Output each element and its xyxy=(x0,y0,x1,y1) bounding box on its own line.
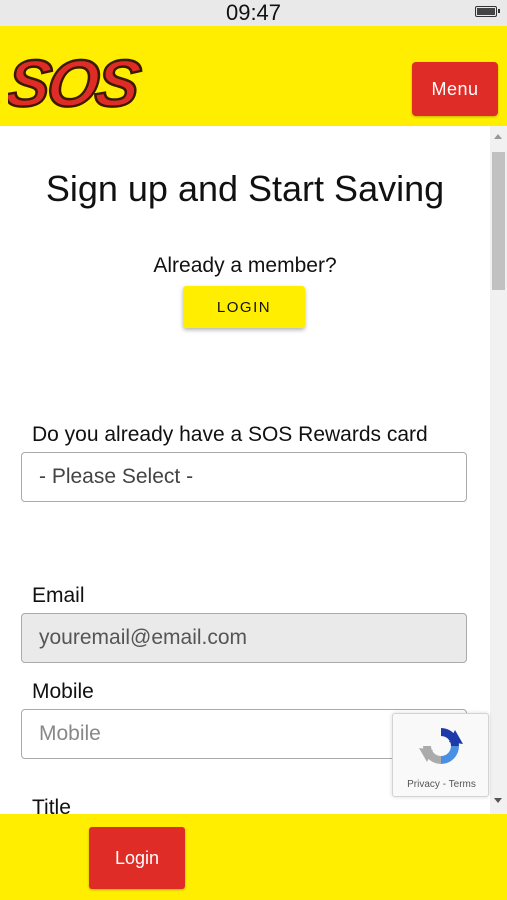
rewards-card-label: Do you already have a SOS Rewards card xyxy=(32,423,428,446)
login-button[interactable]: LOGIN xyxy=(183,286,305,328)
recaptcha-badge[interactable]: Privacy - Terms xyxy=(392,713,489,797)
page-scrollbar[interactable] xyxy=(490,126,507,814)
mobile-label: Mobile xyxy=(32,680,94,703)
sos-logo-text: SOS xyxy=(8,47,145,116)
already-member-text: Already a member? xyxy=(153,254,337,277)
recaptcha-icon xyxy=(419,728,463,764)
rewards-card-select[interactable]: - Please Select - xyxy=(21,452,467,502)
menu-button[interactable]: Menu xyxy=(412,62,498,116)
sos-logo[interactable]: SOS xyxy=(8,46,183,116)
site-header: SOS Menu xyxy=(0,26,507,126)
page-title: Sign up and Start Saving xyxy=(45,168,445,209)
email-field[interactable]: youremail@email.com xyxy=(21,613,467,663)
title-field-label: Title xyxy=(32,796,71,814)
recaptcha-privacy-terms[interactable]: Privacy - Terms xyxy=(393,779,490,790)
status-bar: 09:47 xyxy=(0,0,507,26)
footer-bar: Login xyxy=(0,814,507,900)
scroll-up-arrow-icon[interactable] xyxy=(494,134,502,139)
email-label: Email xyxy=(32,584,85,607)
scroll-down-arrow-icon[interactable] xyxy=(494,798,502,803)
status-time: 09:47 xyxy=(225,0,282,25)
signup-content: Sign up and Start Saving Already a membe… xyxy=(0,126,490,814)
battery-icon xyxy=(475,6,500,17)
scroll-thumb[interactable] xyxy=(492,152,505,290)
footer-login-button[interactable]: Login xyxy=(89,827,185,889)
